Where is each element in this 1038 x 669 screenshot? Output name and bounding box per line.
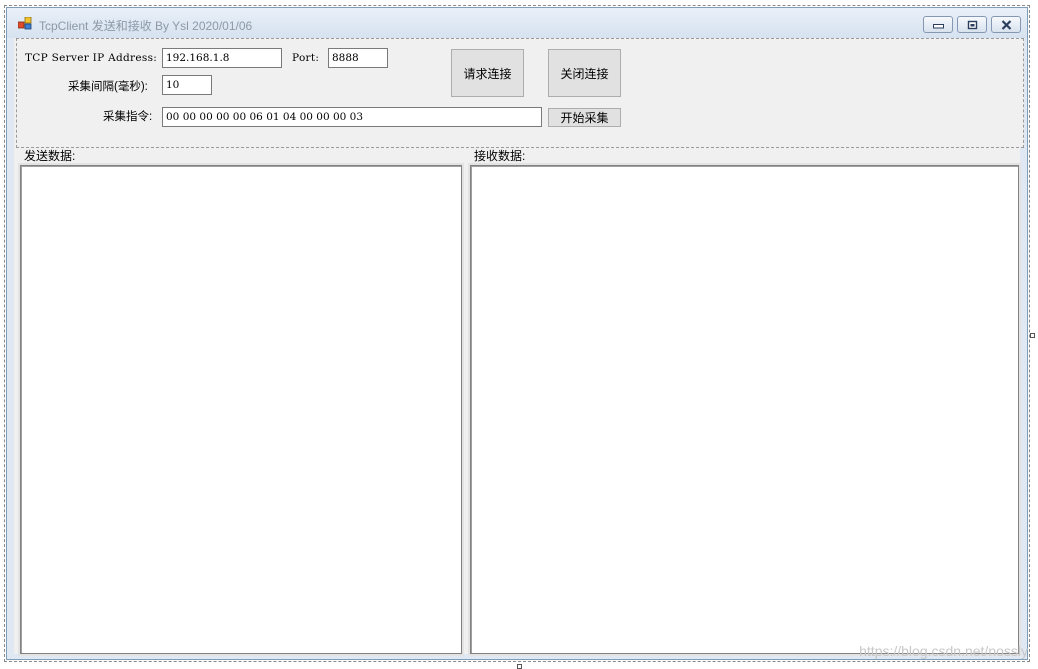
disconnect-button-label: 关闭连接 <box>560 66 609 81</box>
close-button[interactable] <box>991 16 1021 33</box>
connect-button[interactable]: 请求连接 <box>451 49 524 97</box>
send-data-textbox[interactable] <box>18 163 464 656</box>
connect-button-label: 请求连接 <box>463 66 512 81</box>
port-label: Port: <box>292 52 320 64</box>
start-collect-button-label: 开始采集 <box>560 111 609 125</box>
window-title: TcpClient 发送和接收 By Ysl 2020/01/06 <box>39 19 253 33</box>
ip-label: TCP Server IP Address: <box>25 52 158 64</box>
minimize-button[interactable] <box>923 16 953 33</box>
close-icon <box>1001 20 1012 30</box>
resize-handle-right[interactable] <box>1030 333 1035 338</box>
resize-handle-bottom[interactable] <box>517 664 522 669</box>
app-window: TcpClient 发送和接收 By Ysl 2020/01/06 TCP Se… <box>6 7 1028 660</box>
send-data-label: 发送数据: <box>24 149 76 163</box>
watermark: https://blog.csdn.net/nossly <box>859 643 1028 659</box>
restore-icon <box>967 20 978 30</box>
interval-input[interactable]: 10 <box>162 75 212 95</box>
port-input[interactable]: 8888 <box>328 48 388 68</box>
minimize-icon <box>933 24 944 29</box>
app-icon <box>18 17 32 30</box>
command-label: 采集指令: <box>103 111 153 123</box>
title-bar[interactable]: TcpClient 发送和接收 By Ysl 2020/01/06 <box>7 8 1027 38</box>
connection-panel: TCP Server IP Address: 192.168.1.8 Port:… <box>16 38 1024 148</box>
receive-data-textbox[interactable] <box>468 163 1021 656</box>
client-area: TCP Server IP Address: 192.168.1.8 Port:… <box>14 38 1024 656</box>
start-collect-button[interactable]: 开始采集 <box>548 108 621 127</box>
ip-input[interactable]: 192.168.1.8 <box>162 48 282 68</box>
disconnect-button[interactable]: 关闭连接 <box>548 49 621 97</box>
receive-data-label: 接收数据: <box>474 149 526 163</box>
command-input[interactable]: 00 00 00 00 00 06 01 04 00 00 00 03 <box>162 107 542 127</box>
interval-label: 采集间隔(毫秒): <box>68 81 148 93</box>
restore-button[interactable] <box>957 16 987 33</box>
